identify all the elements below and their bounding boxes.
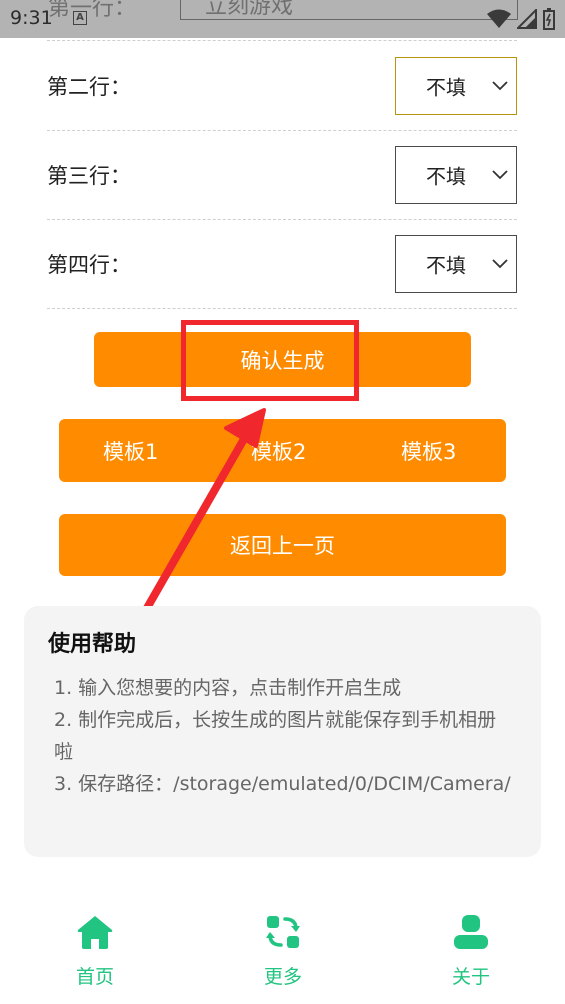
select-value: 不填 bbox=[426, 75, 466, 100]
select-value: 不填 bbox=[426, 164, 466, 189]
background-row-label: 第一行： bbox=[48, 0, 137, 21]
form-row-3: 第三行： 不填 bbox=[47, 131, 517, 220]
row-2-select[interactable]: 不填 bbox=[395, 57, 517, 115]
template-2-button[interactable]: 模板2 bbox=[251, 436, 306, 466]
help-item: 1. 输入您想要的内容，点击制作开启生成 bbox=[54, 677, 402, 699]
home-icon bbox=[77, 916, 113, 949]
bottom-nav: 首页 更多 关于 bbox=[0, 900, 565, 1004]
chevron-down-icon bbox=[492, 259, 508, 269]
form-row-4: 第四行： 不填 bbox=[47, 220, 517, 309]
nav-item-home[interactable]: 首页 bbox=[45, 912, 145, 992]
nav-label: 更多 bbox=[263, 966, 302, 988]
template-3-button[interactable]: 模板3 bbox=[401, 436, 456, 466]
nav-item-more[interactable]: 更多 bbox=[233, 912, 333, 992]
help-item: 2. 制作完成后，长按生成的图片就能保存到手机相册啦 bbox=[54, 709, 497, 763]
nav-label: 首页 bbox=[75, 966, 114, 988]
select-value: 不填 bbox=[426, 253, 466, 278]
user-icon bbox=[454, 915, 488, 949]
row-label: 第三行： bbox=[47, 164, 131, 188]
status-time: 9:31 bbox=[10, 7, 53, 29]
wifi-icon bbox=[487, 9, 511, 28]
nav-label: 关于 bbox=[451, 966, 490, 988]
row-3-select[interactable]: 不填 bbox=[395, 146, 517, 204]
help-item: 3. 保存路径：/storage/emulated/0/DCIM/Camera/ bbox=[54, 773, 511, 795]
signal-icon bbox=[517, 9, 537, 29]
nav-item-about[interactable]: 关于 bbox=[421, 912, 521, 992]
form-row-2: 第二行： 不填 bbox=[47, 42, 517, 131]
status-bar: 第一行： 立刻游戏 9:31 A bbox=[0, 0, 565, 38]
notification-icon: A bbox=[73, 11, 87, 25]
status-icons bbox=[487, 8, 555, 30]
chevron-down-icon bbox=[492, 81, 508, 91]
template-1-button[interactable]: 模板1 bbox=[103, 436, 158, 466]
help-title: 使用帮助 bbox=[48, 632, 137, 657]
background-row-value: 立刻游戏 bbox=[205, 0, 294, 19]
row-4-select[interactable]: 不填 bbox=[395, 235, 517, 293]
back-button[interactable]: 返回上一页 bbox=[59, 514, 506, 576]
divider bbox=[47, 40, 517, 41]
row-label: 第四行： bbox=[47, 253, 131, 277]
template-button-group: 模板1 模板2 模板3 bbox=[59, 419, 506, 482]
help-card: 使用帮助 1. 输入您想要的内容，点击制作开启生成 2. 制作完成后，长按生成的… bbox=[24, 606, 541, 857]
battery-icon bbox=[543, 8, 555, 30]
chevron-down-icon bbox=[492, 170, 508, 180]
confirm-generate-button[interactable]: 确认生成 bbox=[94, 332, 471, 387]
refresh-icon bbox=[266, 916, 300, 948]
row-label: 第二行： bbox=[47, 75, 131, 99]
